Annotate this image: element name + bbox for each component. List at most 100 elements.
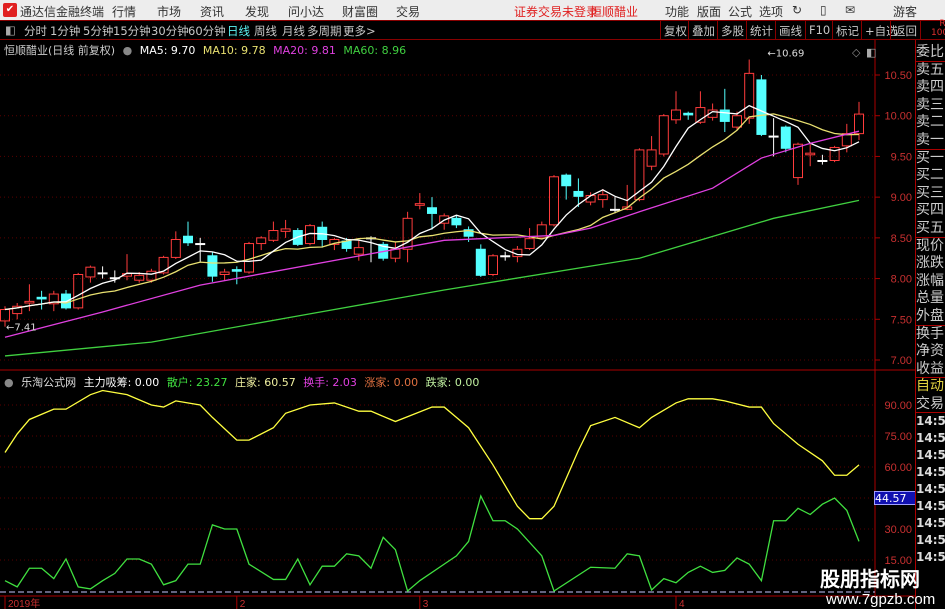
tick-time: 14:56 (916, 414, 945, 429)
zj-line (4, 389, 860, 520)
candle-down (780, 126, 791, 149)
ma5-value: MA5: 9.70 (139, 44, 196, 57)
candle-up (268, 230, 279, 241)
quote-row-label: 外盘 (916, 307, 945, 326)
candle-down (183, 235, 193, 244)
candle-down (683, 112, 694, 116)
price-tick-label: 9.00 (891, 192, 912, 204)
candle-up (256, 237, 267, 245)
candle-down (573, 190, 584, 197)
tick-time: 14:56 (916, 448, 945, 463)
candle-up (732, 115, 742, 128)
candle-up (24, 300, 35, 304)
settings-circle-icon[interactable]: ● (4, 376, 14, 389)
quote-panel: 委比 卖五 卖四 卖三 卖二 卖一 买一 买二 买三 买四 买五 现价 涨跌 涨幅 总量 外盘 换手 净资 收益 自… (915, 40, 945, 609)
auto-label[interactable]: 自动 (916, 378, 945, 396)
indicator-tick-label: 30.00 (884, 524, 912, 536)
candle-down (719, 109, 730, 122)
kline-chart[interactable]: 7.007.508.008.509.009.5010.0010.5015.003… (0, 0, 915, 609)
tick-time: 14:56 (916, 465, 945, 480)
candle-doji (817, 160, 828, 163)
candle-up (73, 274, 84, 309)
price-legend: 恒顺醋业(日线 前复权) ● MA5: 9.70 MA10: 9.78 MA20… (4, 42, 410, 58)
quote-row-label: 买二 (916, 167, 944, 184)
indicator-tick-label: 90.00 (884, 400, 912, 412)
candle-up (170, 238, 181, 258)
quote-row-label: 卖一 (916, 131, 945, 150)
candle-down (36, 296, 47, 300)
trade-label[interactable]: 交易 (916, 396, 945, 414)
candle-down (427, 207, 437, 214)
quote-row-label: 涨跌 (916, 255, 944, 272)
settings-circle-icon[interactable]: ● (123, 44, 133, 57)
quote-row-label: 买五 (916, 219, 945, 238)
tick-time: 14:56 (916, 550, 945, 565)
candle-up (658, 115, 669, 155)
price-tick-label: 10.50 (884, 70, 912, 82)
ma10-value: MA10: 9.78 (202, 44, 266, 57)
candle-up (634, 149, 645, 201)
r-value: 1000 (931, 28, 945, 38)
price-tick-label: 8.00 (891, 274, 912, 286)
candle-up (488, 255, 498, 276)
tick-time: 14:56 (916, 499, 945, 514)
candle-doji (500, 255, 511, 258)
zlxc-value: 主力吸筹: 0.00 (83, 376, 160, 389)
ma60-value: MA60: 8.96 (343, 44, 407, 57)
watermark-url: www.7gpzb.com (826, 591, 936, 608)
candle-up (134, 274, 145, 281)
date-label: 2 (240, 599, 246, 609)
price-tick-label: 9.50 (891, 151, 912, 163)
candle-up (597, 194, 608, 201)
zj-value: 庄家: 60.57 (235, 376, 296, 389)
ma20-line (4, 130, 860, 338)
quote-row-label: 涨幅 (916, 272, 944, 289)
candle-doji (610, 208, 620, 211)
candle-up (793, 143, 803, 179)
candle-doji (768, 135, 779, 138)
candle-down (451, 217, 462, 226)
candle-up (646, 149, 657, 167)
quote-row-label: 委比 (916, 44, 945, 62)
price-tick-label: 10.00 (884, 111, 912, 123)
chart-title: 恒顺醋业(日线 前复权) (4, 44, 116, 57)
tick-time: 14:56 (916, 533, 945, 548)
candle-down (231, 269, 242, 272)
indicator-name[interactable]: 乐淘公式网 (21, 376, 76, 389)
candle-up (805, 152, 816, 156)
date-label: 2019年 (8, 597, 40, 609)
quote-row-label: 卖二 (916, 114, 944, 131)
tick-time: 14:56 (916, 482, 945, 497)
candle-up (744, 72, 755, 119)
hs-value: 换手: 2.03 (303, 376, 357, 389)
quote-row-label: 卖四 (916, 79, 944, 96)
quote-row-label: 现价 (916, 237, 944, 254)
ma20-value: MA20: 9.81 (273, 44, 336, 57)
tick-time: 14:56 (916, 431, 945, 446)
candle-up (671, 109, 681, 121)
quote-row-label: 净资 (916, 343, 944, 360)
candle-up (549, 176, 559, 226)
date-label: 4 (679, 599, 685, 609)
price-tick-label: 8.50 (891, 233, 912, 245)
candle-up (85, 266, 96, 278)
candle-up (414, 203, 425, 206)
sh-value: 散户: 23.27 (166, 376, 228, 389)
candle-down (756, 79, 767, 135)
candle-doji (195, 243, 206, 246)
min-price-label: ←7.41 (6, 323, 37, 334)
candle-up (353, 247, 364, 255)
diejia-value: 跌家: 0.00 (425, 376, 480, 389)
quote-row-label: 卖三 (916, 96, 944, 113)
candle-down (475, 248, 486, 276)
indicator-legend: ● 乐淘公式网 主力吸筹: 0.00 散户: 23.27 庄家: 60.57 换… (4, 374, 483, 390)
quote-row-label: 换手 (916, 325, 944, 342)
quote-row-label: 收益 (916, 360, 945, 379)
max-price-label: ←10.69 (767, 49, 804, 60)
candle-down (207, 255, 218, 277)
watermark-text: 股朋指标网 (820, 567, 920, 591)
sh-line (4, 494, 860, 593)
panel-toggle-icon[interactable]: ◧ (866, 46, 876, 59)
candle-up (219, 271, 230, 276)
diamond-icon[interactable]: ◇ (852, 46, 861, 59)
